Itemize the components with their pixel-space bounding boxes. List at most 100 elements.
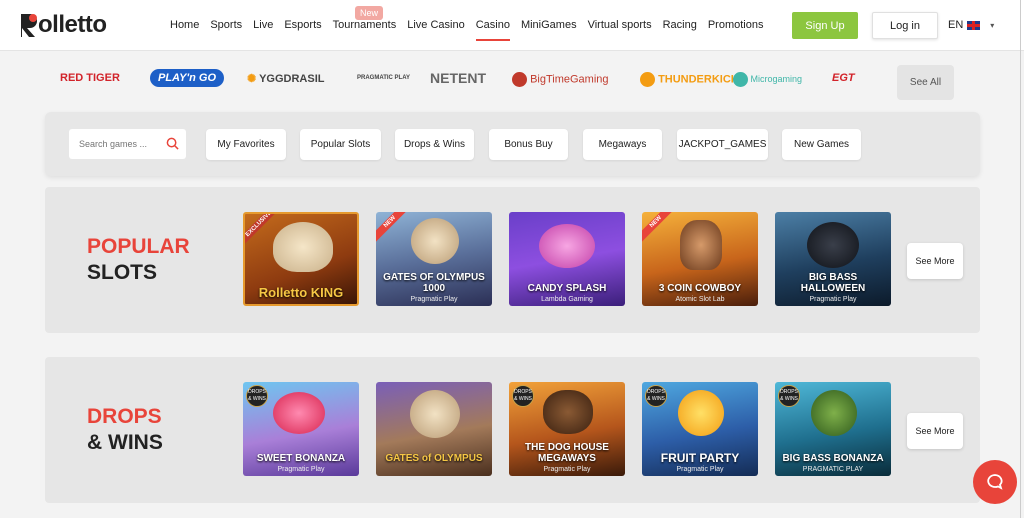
chat-bubble-icon (987, 474, 1003, 490)
game-name: SWEET BONANZA (256, 453, 346, 464)
game-provider: Pragmatic Play (277, 466, 325, 473)
section-title: DROPS & WINS (87, 404, 163, 456)
game-name: THE DOG HOUSE MEGAWAYS (525, 442, 609, 464)
provider-thunderkick-label: THUNDERKICK (658, 73, 739, 86)
game-provider: Pragmatic Play (543, 466, 591, 473)
game-tile-gates-of-olympus[interactable]: GATES of OLYMPUS (376, 382, 492, 476)
new-ribbon: NEW (376, 212, 415, 247)
nav-minigames[interactable]: MiniGames (521, 19, 577, 31)
btg-icon (512, 72, 527, 87)
section-title-line2: & WINS (87, 431, 163, 454)
nav-sports[interactable]: Sports (210, 19, 242, 31)
filter-drops-wins[interactable]: Drops & Wins (395, 129, 474, 160)
rolletto-logo[interactable]: olletto (18, 10, 107, 40)
search-icon[interactable] (166, 137, 179, 150)
game-provider: PRAGMATIC PLAY (802, 466, 864, 473)
nav-tournaments[interactable]: Tournaments (333, 19, 397, 31)
nav-home[interactable]: Home (170, 19, 199, 31)
drops-wins-section: DROPS & WINS DROPS & WINS SWEET BONANZA … (45, 357, 980, 503)
nav-live[interactable]: Live (253, 19, 273, 31)
nav-casino[interactable]: Casino (475, 19, 511, 41)
game-name: 3 COIN COWBOY (658, 283, 742, 294)
provider-yggdrasil[interactable]: ✺ YGGDRASIL (247, 72, 324, 85)
drops-wins-badge: DROPS & WINS (778, 385, 800, 407)
filter-my-favorites[interactable]: My Favorites (206, 129, 286, 160)
game-name: GATES of OLYMPUS (385, 453, 483, 464)
section-title-line2: SLOTS (87, 261, 158, 284)
search-box[interactable] (69, 129, 186, 159)
game-name: BIG BASS HALLOWEEN (800, 272, 866, 294)
filter-new-games[interactable]: New Games (782, 129, 861, 160)
nav-virtual-sports[interactable]: Virtual sports (588, 19, 652, 31)
new-badge: New (355, 6, 384, 20)
language-selector[interactable]: EN ▾ (948, 19, 994, 31)
see-more-button[interactable]: See More (907, 413, 963, 449)
nav-racing[interactable]: Racing (663, 19, 697, 31)
provider-red-tiger[interactable]: RED TIGER (60, 72, 120, 84)
provider-btg-label: BigTimeGaming (530, 73, 609, 86)
section-title-line1: POPULAR (87, 235, 190, 258)
zeus-artwork (410, 390, 460, 438)
provider-egt[interactable]: EGT (832, 72, 855, 84)
game-provider: Pragmatic Play (809, 296, 857, 303)
provider-microgaming-label: Microgaming (750, 73, 803, 84)
game-tile-fruit-party[interactable]: DROPS & WINS FRUIT PARTY Pragmatic Play (642, 382, 758, 476)
fisherman-artwork (811, 390, 857, 436)
drops-wins-badge: DROPS & WINS (246, 385, 268, 407)
section-title-line1: DROPS (87, 405, 162, 428)
live-chat-button[interactable] (973, 460, 1017, 504)
candy-heart-artwork (273, 392, 325, 434)
game-provider: Pragmatic Play (676, 466, 724, 473)
nav-esports[interactable]: Esports (284, 19, 321, 31)
game-name: FRUIT PARTY (660, 451, 740, 465)
provider-bigtimegaming[interactable]: BigTimeGaming (512, 72, 609, 87)
filter-jackpot-games[interactable]: JACKPOT_GAMES (677, 129, 768, 160)
microgaming-icon (733, 72, 748, 87)
provider-strip: RED TIGER PLAY'n GO ✺ YGGDRASIL PRAGMATI… (0, 62, 1024, 102)
game-tile-rolletto-king[interactable]: EXCLUSIVE Rolletto KING (243, 212, 359, 306)
game-tile-sweet-bonanza[interactable]: DROPS & WINS SWEET BONANZA Pragmatic Pla… (243, 382, 359, 476)
zeus-artwork (411, 218, 459, 264)
cowboy-artwork (680, 220, 722, 270)
provider-netent[interactable]: NETENT (430, 70, 486, 86)
game-name: Rolletto KING (258, 285, 344, 300)
top-header: olletto Home Sports Live Esports Tournam… (0, 0, 1024, 51)
provider-yggdrasil-label: YGGDRASIL (259, 73, 325, 85)
game-name: GATES OF OLYMPUS 1000 (383, 272, 485, 294)
game-provider: Atomic Slot Lab (675, 296, 725, 303)
see-all-providers-button[interactable]: See All (897, 65, 954, 100)
yggdrasil-icon: ✺ (247, 73, 257, 85)
fisherman-artwork (807, 222, 859, 268)
drops-wins-badge: DROPS & WINS (645, 385, 667, 407)
logo-text: olletto (38, 11, 107, 38)
game-tile-gates-of-olympus-1000[interactable]: NEW GATES OF OLYMPUS 1000 Pragmatic Play (376, 212, 492, 306)
game-tile-dog-house-megaways[interactable]: DROPS & WINS THE DOG HOUSE MEGAWAYS Prag… (509, 382, 625, 476)
game-tile-candy-splash[interactable]: CANDY SPLASH Lambda Gaming (509, 212, 625, 306)
login-button[interactable]: Log in (872, 12, 938, 39)
popular-slots-section: POPULAR SLOTS EXCLUSIVE Rolletto KING NE… (45, 187, 980, 333)
nav-live-casino[interactable]: Live Casino (407, 19, 464, 31)
see-more-button[interactable]: See More (907, 243, 963, 279)
filter-popular-slots[interactable]: Popular Slots (300, 129, 381, 160)
candy-artwork (539, 224, 595, 268)
game-tile-3-coin-cowboy[interactable]: NEW 3 COIN COWBOY Atomic Slot Lab (642, 212, 758, 306)
nav-promotions[interactable]: Promotions (708, 19, 764, 31)
new-ribbon: NEW (642, 212, 681, 247)
drops-wins-badge: DROPS & WINS (512, 385, 534, 407)
provider-thunderkick[interactable]: THUNDERKICK (640, 72, 739, 87)
filter-bonus-buy[interactable]: Bonus Buy (489, 129, 568, 160)
game-name: BIG BASS BONANZA (782, 453, 884, 464)
game-tile-big-bass-bonanza[interactable]: DROPS & WINS BIG BASS BONANZA PRAGMATIC … (775, 382, 891, 476)
filter-megaways[interactable]: Megaways (583, 129, 662, 160)
provider-microgaming[interactable]: Microgaming (733, 72, 802, 87)
game-tile-big-bass-halloween[interactable]: BIG BASS HALLOWEEN Pragmatic Play (775, 212, 891, 306)
signup-button[interactable]: Sign Up (792, 12, 858, 39)
provider-pragmatic[interactable]: PRAGMATIC PLAY (357, 75, 410, 81)
search-input[interactable] (69, 129, 159, 159)
caret-down-icon: ▾ (990, 20, 995, 30)
game-provider: Pragmatic Play (410, 296, 458, 303)
game-name: CANDY SPLASH (527, 283, 607, 294)
dog-artwork (543, 390, 593, 434)
language-code: EN (948, 19, 964, 31)
provider-playngo[interactable]: PLAY'n GO (150, 69, 225, 87)
